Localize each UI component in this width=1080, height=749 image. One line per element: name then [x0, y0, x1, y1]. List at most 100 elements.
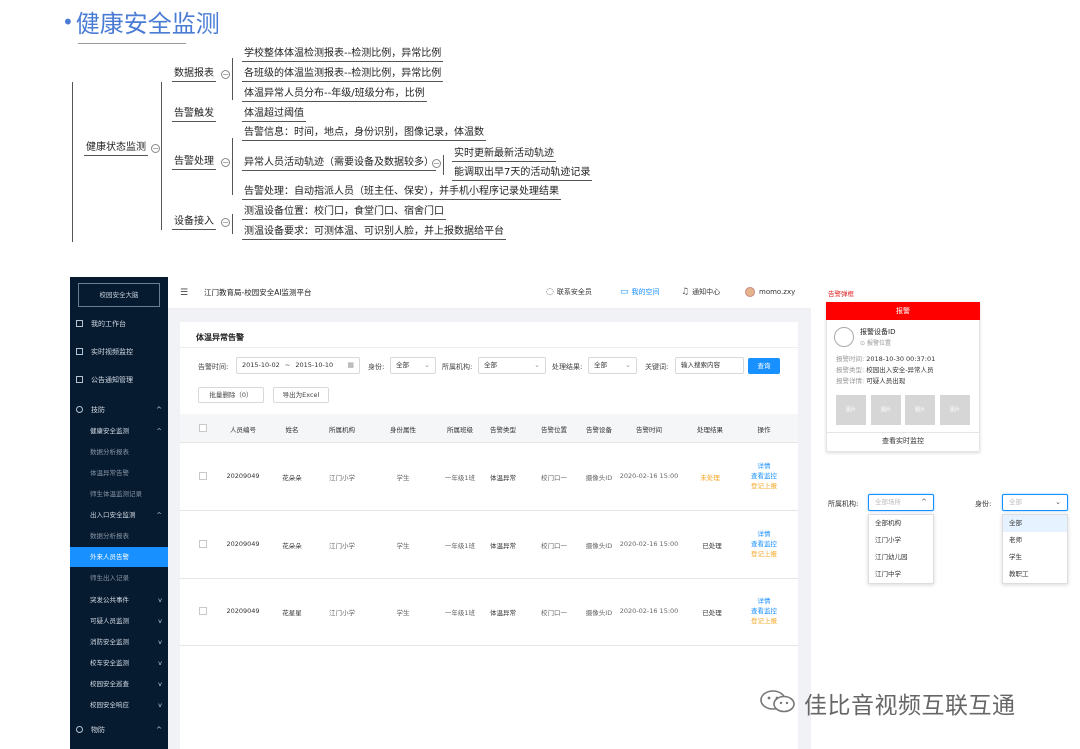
sidebar-sub-emergency[interactable]: 突发公共事件 v: [70, 591, 168, 609]
row-divider: [180, 578, 798, 579]
sidebar-sub-report2[interactable]: 数据分析报表: [70, 527, 168, 545]
sidebar-item-notice[interactable]: 公告通知管理: [70, 370, 168, 390]
collapse-icon[interactable]: −: [221, 218, 230, 227]
sidebar-item-workbench[interactable]: 我的工作台: [70, 314, 168, 334]
mindmap-title: • 健康安全监测: [62, 9, 220, 39]
mm-branch-reports: 数据报表: [172, 67, 216, 82]
mm-leaf: 告警信息：时间，地点，身份识别，图像记录，体温数: [242, 126, 486, 141]
sidebar-sub-response[interactable]: 校园安全响应 v: [70, 696, 168, 714]
mm-branch-alert-trigger: 告警触发: [172, 107, 216, 122]
workbench-icon: [76, 320, 83, 327]
org-select[interactable]: 全部 ⌄: [478, 357, 546, 374]
mm-connector: [161, 82, 162, 230]
report-link[interactable]: 登记上报: [751, 481, 777, 491]
alarm-image[interactable]: 图片: [836, 395, 866, 425]
wechat-icon: [760, 690, 795, 713]
sidebar-sub-fire[interactable]: 消防安全监测 v: [70, 633, 168, 651]
sidebar-sub-visitor-alert[interactable]: 外来人员告警: [70, 547, 168, 567]
mm-branch-device: 设备接入: [172, 215, 216, 230]
collapse-icon[interactable]: −: [151, 144, 160, 153]
chevron-up-icon: ^: [156, 726, 162, 734]
row-actions: 详情 查看监控 登记上报: [751, 596, 777, 626]
filter-keyword-label: 关键词:: [645, 363, 669, 371]
view-monitor-link[interactable]: 查看监控: [751, 471, 777, 481]
col-header: 告警位置: [541, 426, 567, 434]
filter-result-label: 处理结果:: [552, 363, 583, 371]
sidebar-sub-entry-record[interactable]: 师生出入记录: [70, 569, 168, 587]
keyword-input[interactable]: 输入搜索内容: [675, 357, 744, 374]
date-range-picker[interactable]: 2015-10-02 ~ 2015-10-10 ▦: [236, 357, 360, 374]
chevron-up-icon: ^: [156, 511, 162, 519]
select-all-checkbox[interactable]: [199, 424, 207, 432]
sidebar-sub-entrance[interactable]: 出入口安全监测 ^: [70, 506, 168, 524]
filter-time-label: 告警时间:: [198, 363, 229, 371]
dropdown-option[interactable]: 老师: [1003, 532, 1067, 549]
lock-icon: [76, 726, 83, 733]
detail-link[interactable]: 详情: [751, 529, 777, 539]
sidebar-item-video[interactable]: 实时视频监控: [70, 342, 168, 362]
row-checkbox[interactable]: [199, 540, 207, 548]
row-checkbox[interactable]: [199, 472, 207, 480]
report-link[interactable]: 登记上报: [751, 616, 777, 626]
dropdown-option[interactable]: 江门中学: [869, 566, 933, 583]
view-live-button[interactable]: 查看实时监控: [826, 436, 980, 446]
dropdown-option[interactable]: 教职工: [1003, 566, 1067, 583]
col-header: 告警时间: [636, 426, 662, 434]
view-monitor-link[interactable]: 查看监控: [751, 539, 777, 549]
identity-select[interactable]: 全部 ⌄: [390, 357, 436, 374]
my-space-link[interactable]: ▭ 我的空间: [620, 287, 660, 297]
divider: [180, 347, 798, 348]
shield-icon: [76, 406, 83, 413]
chevron-down-icon: v: [158, 638, 162, 646]
batch-delete-button[interactable]: 批量删除（0）: [198, 387, 264, 403]
row-checkbox[interactable]: [199, 607, 207, 615]
detail-link[interactable]: 详情: [751, 596, 777, 606]
query-button[interactable]: 查询: [748, 358, 780, 374]
alarm-image[interactable]: 图片: [905, 395, 935, 425]
sidebar-sub-bus[interactable]: 校车安全监测 v: [70, 654, 168, 672]
contact-link[interactable]: ◌ 联系安全员: [546, 287, 592, 297]
detail-link[interactable]: 详情: [751, 461, 777, 471]
device-avatar: [834, 327, 854, 347]
identity-dropdown[interactable]: 全部 ⌄: [1002, 494, 1068, 511]
dropdown-option[interactable]: 学生: [1003, 549, 1067, 566]
alarm-image[interactable]: 图片: [940, 395, 970, 425]
export-excel-button[interactable]: 导出为Excel: [273, 387, 329, 403]
dropdown-option[interactable]: 江门小学: [869, 532, 933, 549]
report-link[interactable]: 登记上报: [751, 549, 777, 559]
notify-link[interactable]: ♫ 通知中心: [681, 287, 720, 297]
divider: [826, 432, 980, 433]
alarm-time: 报警时间: 2018-10-30 00:37:01: [836, 355, 936, 363]
sidebar-item-physical[interactable]: 物防 ^: [70, 720, 168, 740]
sidebar-sub-report[interactable]: 数据分析报表: [70, 443, 168, 461]
alarm-type: 报警类型: 校园出入安全-异常人员: [836, 366, 934, 374]
sidebar-sub-temp-record[interactable]: 师生体温监测记录: [70, 485, 168, 503]
view-monitor-link[interactable]: 查看监控: [751, 606, 777, 616]
alarm-device-id: 报警设备ID: [860, 328, 896, 336]
result-select[interactable]: 全部 ⌄: [588, 357, 637, 374]
filter-identity-label: 身份:: [368, 363, 385, 371]
col-header: 告警设备: [586, 426, 612, 434]
dropdown-option[interactable]: 江门幼儿园: [869, 549, 933, 566]
dropdown-option[interactable]: 全部机构: [869, 515, 933, 532]
collapse-icon[interactable]: −: [221, 70, 230, 79]
collapse-icon[interactable]: −: [432, 159, 441, 168]
chevron-down-icon: ⌄: [1055, 498, 1061, 506]
col-header: 处理结果: [697, 426, 723, 434]
sidebar-item-tech[interactable]: 技防 ^: [70, 400, 168, 420]
menu-icon[interactable]: ☰: [180, 288, 188, 298]
row-divider: [180, 442, 798, 443]
org-dropdown[interactable]: 全部场所 ^: [868, 494, 934, 511]
mm-leaf: 学校整体体温检测报表--检测比例，异常比例: [242, 47, 444, 62]
bell-icon: ♫: [681, 287, 690, 297]
sidebar-brand[interactable]: 校园安全大脑: [78, 283, 160, 307]
collapse-icon[interactable]: −: [221, 158, 230, 167]
alarm-image[interactable]: 图片: [871, 395, 901, 425]
user-menu[interactable]: momo.zxy: [745, 287, 795, 297]
platform-title: 江门教育局-校园安全AI监测平台: [204, 288, 312, 297]
sidebar-sub-patrol[interactable]: 校园安全巡查 v: [70, 675, 168, 693]
sidebar-sub-health[interactable]: 健康安全监测 ^: [70, 422, 168, 440]
dropdown-option[interactable]: 全部: [1003, 515, 1067, 532]
sidebar-sub-suspicious[interactable]: 可疑人员监测 v: [70, 612, 168, 630]
sidebar-sub-temp-alert[interactable]: 体温异常告警: [70, 464, 168, 482]
